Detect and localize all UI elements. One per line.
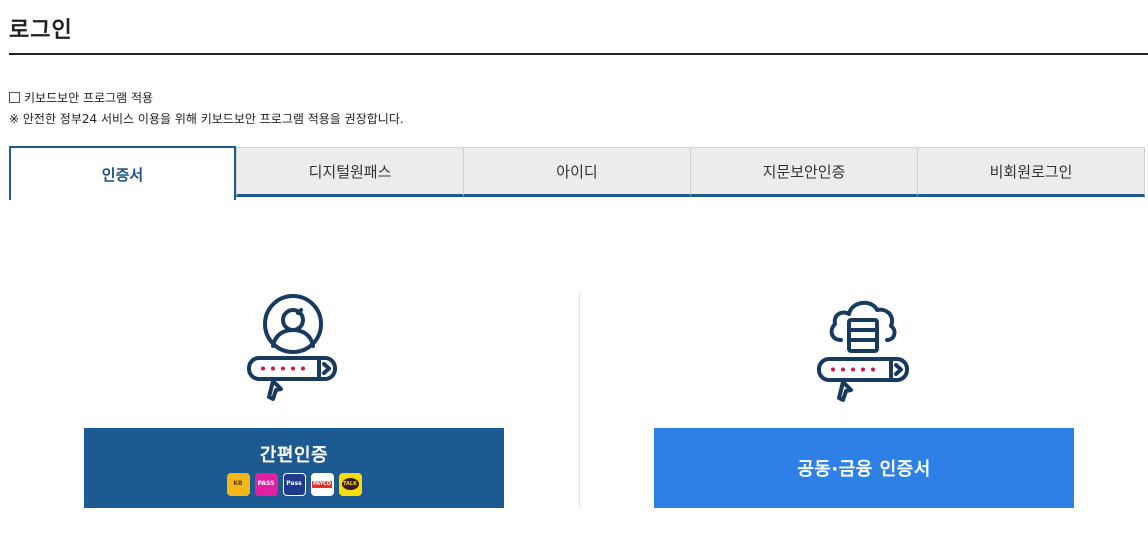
simple-auth-button[interactable]: 간편인증 KB PASS Pass PAYCO TALK: [84, 428, 504, 508]
certificate-label: 공동·금융 인증서: [797, 459, 931, 480]
title-divider: [9, 53, 1148, 55]
samsung-pass-logo: Pass: [282, 472, 306, 496]
pass-logo: PASS: [254, 472, 278, 496]
keyboard-security-option[interactable]: 키보드보안 프로그램 적용: [9, 89, 153, 106]
keyboard-security-checkbox[interactable]: [9, 92, 20, 103]
column-divider: [579, 292, 580, 508]
tab-digital-onepass[interactable]: 디지털원패스: [236, 147, 464, 197]
user-password-icon: [245, 293, 341, 407]
tab-fingerprint[interactable]: 지문보안인증: [690, 147, 918, 197]
page-title: 로그인: [9, 18, 73, 43]
kakao-talk-logo: TALK: [338, 472, 362, 496]
keyboard-security-label[interactable]: 키보드보안 프로그램 적용: [24, 89, 153, 106]
provider-logos: KB PASS Pass PAYCO TALK: [226, 472, 362, 496]
cloud-certificate-icon: [815, 290, 911, 408]
joint-financial-certificate-button[interactable]: 공동·금융 인증서: [654, 428, 1074, 508]
tab-certificate[interactable]: 인증서: [9, 146, 236, 200]
tab-guest-login[interactable]: 비회원로그인: [917, 147, 1145, 197]
simple-auth-label: 간편인증: [259, 444, 329, 466]
payco-logo: PAYCO: [310, 472, 334, 496]
login-method-tabs: 인증서 디지털원패스 아이디 지문보안인증 비회원로그인: [9, 146, 1145, 201]
keyboard-security-notice: ※ 안전한 정부24 서비스 이용을 위해 키보드보안 프로그램 적용을 권장합…: [9, 112, 404, 126]
kb-logo: KB: [226, 472, 250, 496]
tab-id[interactable]: 아이디: [463, 147, 691, 197]
